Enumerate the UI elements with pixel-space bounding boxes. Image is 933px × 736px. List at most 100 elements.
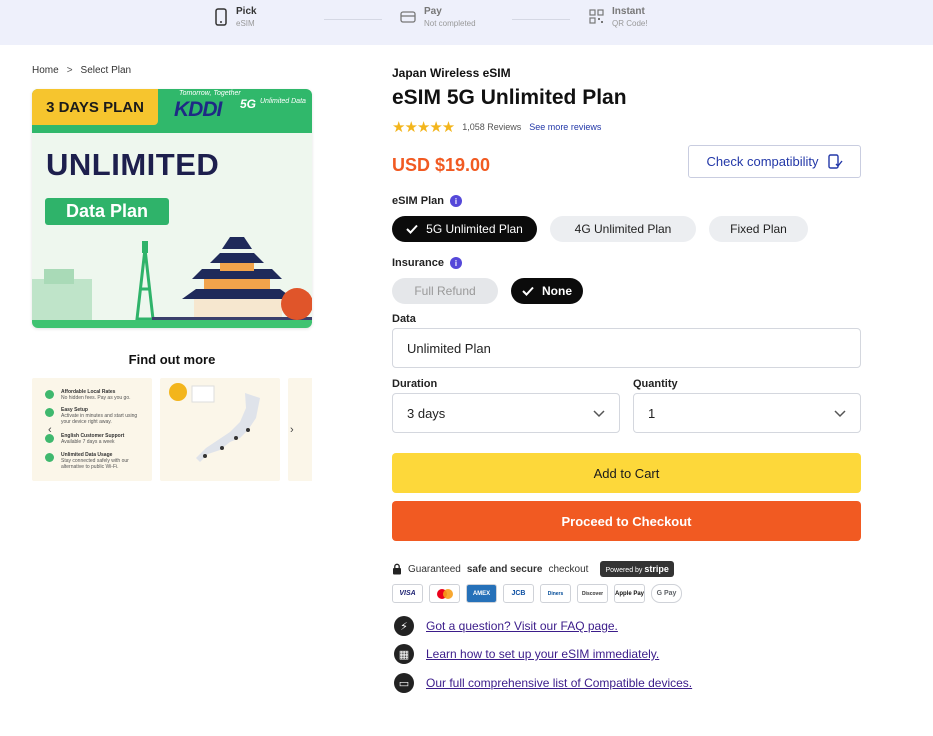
gallery-thumb-coverage-map[interactable] [160, 378, 280, 481]
secure-bold: safe and secure [466, 563, 543, 575]
gallery-prev-icon[interactable]: ‹ [48, 424, 52, 436]
step-sub: eSIM [236, 19, 255, 28]
diners-club-icon: Diners [540, 584, 571, 603]
duration-select-value: 3 days [407, 405, 446, 421]
feature-item: Affordable Local Rates No hidden fees. Pa… [61, 389, 131, 401]
breadcrumb-separator: > [66, 65, 73, 76]
faq-link[interactable]: Got a question? Visit our FAQ page. [426, 619, 618, 633]
chevron-down-icon [834, 410, 846, 418]
info-icon[interactable]: i [449, 195, 462, 207]
setup-link-row: ▦ Learn how to set up your eSIM immediat… [394, 644, 659, 664]
jcb-icon: JCB [503, 584, 534, 603]
esim-plan-label: eSIM Plan i [392, 195, 462, 207]
data-label: Data [392, 313, 416, 325]
duration-select[interactable]: 3 days [392, 393, 620, 433]
secure-suffix: checkout [548, 563, 589, 575]
proceed-to-checkout-button[interactable]: Proceed to Checkout [392, 501, 861, 541]
feature-item: English Customer Support Available 7 days… [61, 433, 125, 445]
product-hero-image[interactable]: 3 DAYS PLAN Tomorrow, Together KDDI 5G U… [32, 89, 312, 328]
product-brand: Japan Wireless eSIM [392, 66, 511, 80]
hero-ground [32, 320, 312, 328]
checkout-stepper: Pick eSIM Pay Not completed Instant QR Code… [0, 0, 933, 45]
check-icon [406, 224, 418, 234]
step-sub: Not completed [424, 19, 476, 28]
visa-icon: VISA [392, 584, 423, 603]
setup-guide-link[interactable]: Learn how to set up your eSIM immediatel… [426, 647, 659, 661]
check-compatibility-button[interactable]: Check compatibility [688, 145, 861, 178]
plan-option-label: 4G Unlimited Plan [574, 222, 672, 236]
device-check-icon [827, 153, 843, 169]
step-sub: QR Code! [612, 19, 648, 28]
gallery-next-icon[interactable]: › [290, 424, 294, 436]
step-pay: Pay Not completed [400, 6, 476, 30]
insurance-option-label: Full Refund [414, 284, 476, 298]
feature-dot-icon [45, 390, 54, 399]
insurance-option-label: None [542, 284, 572, 298]
network-sub-label: Unlimited Data [260, 98, 306, 105]
breadcrumb-home[interactable]: Home [32, 65, 59, 76]
secure-prefix: Guaranteed [408, 563, 461, 575]
step-divider [512, 19, 570, 20]
faq-link-row: ⚡ Got a question? Visit our FAQ page. [394, 616, 618, 636]
breadcrumb: Home > Select Plan [32, 65, 131, 76]
product-price: USD $19.00 [392, 155, 491, 175]
devices-link-row: ▭ Our full comprehensive list of Compati… [394, 673, 692, 693]
insurance-option-full-refund[interactable]: Full Refund [392, 278, 498, 304]
lock-icon [393, 563, 401, 575]
plan-option-fixed[interactable]: Fixed Plan [709, 216, 808, 242]
insurance-label-text: Insurance [392, 257, 444, 269]
apple-pay-icon: Apple Pay [614, 584, 645, 603]
step-pick: Pick eSIM [214, 6, 257, 30]
gallery-thumbnails: Affordable Local Rates No hidden fees. Pa… [32, 378, 312, 481]
japan-map-image [169, 383, 260, 462]
esim-plan-label-text: eSIM Plan [392, 195, 444, 207]
phone-icon [215, 8, 227, 26]
mastercard-icon [429, 584, 460, 603]
carrier-tagline: Tomorrow, Together [179, 90, 241, 97]
step-title: Instant [612, 6, 645, 17]
insurance-option-none[interactable]: None [511, 278, 583, 304]
product-title: eSIM 5G Unlimited Plan [392, 86, 627, 109]
powered-by-label: Powered by [605, 567, 643, 574]
data-field-value: Unlimited Plan [407, 340, 491, 356]
step-title: Pay [424, 6, 442, 17]
feature-dot-icon [45, 408, 54, 417]
insurance-label: Insurance i [392, 257, 462, 269]
check-icon [522, 286, 534, 296]
plan-option-label: Fixed Plan [730, 222, 787, 236]
feature-item: Easy Setup Activate in minutes and start … [61, 407, 138, 425]
amex-icon: AMEX [466, 584, 497, 603]
step-divider [324, 19, 382, 20]
carrier-logo: KDDI [174, 98, 222, 121]
powered-by-stripe-badge: Powered by stripe [600, 561, 674, 577]
quantity-label: Quantity [633, 378, 678, 390]
payment-methods: VISA AMEX JCB Diners Discover Apple Pay … [392, 584, 682, 603]
japan-castle-illustration [32, 237, 312, 324]
network-label: 5G [240, 97, 257, 111]
quantity-select[interactable]: 1 [633, 393, 861, 433]
secure-checkout-note: Guaranteed safe and secure checkout Powe… [392, 561, 674, 577]
feature-item: Unlimited Data Usage Stay connected safel… [61, 452, 129, 470]
feature-dot-icon [45, 453, 54, 462]
breadcrumb-current: Select Plan [80, 65, 132, 76]
product-rating: ★★★★★ 1,058 Reviews See more reviews [392, 118, 601, 136]
lightning-icon: ⚡ [394, 616, 414, 636]
compatible-devices-link[interactable]: Our full comprehensive list of Compatibl… [426, 676, 692, 690]
discover-icon: Discover [577, 584, 608, 603]
duration-label: Duration [392, 378, 438, 390]
rating-stars-icon: ★★★★★ [392, 119, 455, 136]
qr-code-icon [589, 9, 604, 24]
qr-icon: ▦ [394, 644, 414, 664]
check-compatibility-label: Check compatibility [706, 154, 819, 169]
plan-option-5g[interactable]: 5G Unlimited Plan [392, 216, 537, 242]
step-title: Pick [236, 6, 257, 17]
data-field[interactable]: Unlimited Plan [392, 328, 861, 368]
plan-option-label: 5G Unlimited Plan [426, 222, 523, 236]
chevron-down-icon [593, 410, 605, 418]
quantity-select-value: 1 [648, 405, 656, 421]
add-to-cart-button[interactable]: Add to Cart [392, 453, 861, 493]
gallery-heading: Find out more [128, 352, 216, 367]
info-icon[interactable]: i [449, 257, 462, 269]
see-more-reviews-link[interactable]: See more reviews [529, 122, 601, 132]
plan-option-4g[interactable]: 4G Unlimited Plan [550, 216, 696, 242]
